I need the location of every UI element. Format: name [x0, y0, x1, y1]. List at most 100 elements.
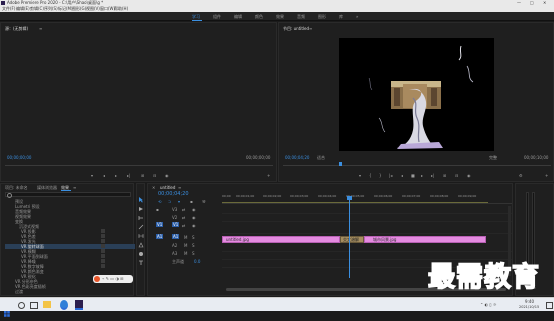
clip-city[interactable]: 城市风景.jpg	[364, 236, 486, 243]
menu-window[interactable]: 窗口(W)	[100, 6, 115, 11]
ripple-edit-tool-icon[interactable]	[138, 206, 144, 220]
clip-untitled[interactable]: untitled.jpg	[222, 236, 340, 243]
program-extract-button[interactable]: ⊟	[455, 173, 458, 178]
source-panel-title[interactable]: 源：(无剪辑)	[5, 26, 28, 31]
menu-help[interactable]: 帮助(H)	[114, 6, 128, 11]
workspace-tab-editing[interactable]: 编辑	[234, 14, 242, 19]
file-explorer-icon[interactable]	[43, 301, 51, 308]
task-view-icon[interactable]	[30, 302, 38, 309]
mute-button[interactable]: M	[184, 251, 187, 256]
source-patch-a1[interactable]: A1	[156, 234, 164, 239]
menu-view[interactable]: 视图(V)	[86, 6, 100, 11]
source-patch-v1[interactable]: V1	[156, 222, 164, 227]
workspace-tab-effects[interactable]: 效果	[276, 14, 284, 19]
list-item[interactable]: 过渡	[5, 289, 135, 294]
source-insert-button[interactable]: ⊞	[141, 173, 144, 178]
timeline-sequence-tab[interactable]: untitled	[160, 185, 175, 190]
track-select-tool-icon[interactable]	[138, 197, 144, 211]
program-scrub-bar[interactable]	[283, 165, 551, 166]
source-scrub-bar[interactable]	[5, 165, 273, 166]
program-panel-menu-button[interactable]: ≡	[309, 26, 312, 31]
master-volume-value[interactable]: 0.0	[194, 259, 200, 264]
clock-date[interactable]: 2021/10/15	[519, 305, 539, 310]
source-timecode-left[interactable]: 00;00;00;00	[7, 155, 31, 160]
mute-button[interactable]: M	[184, 235, 187, 240]
menu-edit[interactable]: 编辑(E)	[16, 6, 30, 11]
taskbar-search-icon[interactable]	[18, 302, 25, 309]
program-playhead-marker[interactable]	[339, 162, 342, 166]
selection-tool-icon[interactable]	[138, 188, 144, 203]
menu-file[interactable]: 文件(F)	[2, 6, 15, 11]
source-add-button[interactable]: +	[267, 173, 270, 178]
menu-clip[interactable]: 剪辑(C)	[30, 6, 44, 11]
close-button[interactable]: ✕	[543, 0, 546, 5]
track-header-v3[interactable]: ▪ V3 ⇄ ◉	[156, 206, 224, 213]
razor-tool-icon[interactable]	[138, 215, 144, 230]
floating-toolbar[interactable]: ⌁ ✎ ▭ ◑ ⊞	[93, 275, 133, 283]
timeline-playhead[interactable]	[349, 196, 350, 278]
timeline-playhead-head[interactable]	[347, 196, 352, 200]
home-icon[interactable]	[4, 14, 9, 29]
menu-marker[interactable]: 标记(M)	[58, 6, 73, 11]
program-lift-button[interactable]: ⊞	[443, 173, 446, 178]
tab-media-browser[interactable]: 媒体浏览器	[37, 185, 57, 190]
source-camera-button[interactable]: ◉	[165, 173, 169, 178]
edge-browser-icon[interactable]	[60, 300, 68, 310]
track-sync-icon[interactable]: ⇄	[182, 207, 185, 212]
program-step-forward-button[interactable]: ▸	[421, 173, 423, 178]
source-step-back-button[interactable]: ◂	[103, 173, 105, 178]
type-tool-icon[interactable]	[138, 251, 144, 265]
track-header-master[interactable]: 主声道 0.0	[156, 258, 224, 265]
windows-start-icon[interactable]	[4, 302, 10, 317]
workspace-tab-color[interactable]: 颜色	[255, 14, 263, 19]
tab-project[interactable]: 项目: 未命名	[5, 185, 28, 190]
track-eye-icon[interactable]: ◉	[192, 223, 196, 228]
track-sync-icon[interactable]: ⇄	[182, 223, 185, 228]
program-stop-button[interactable]: ■	[411, 173, 415, 178]
timeline-menu-button[interactable]: ≡	[178, 185, 181, 190]
track-eye-icon[interactable]: ◉	[192, 215, 196, 220]
effects-panel-menu-button[interactable]: ≡	[73, 185, 76, 190]
program-camera-button[interactable]: ◉	[467, 173, 471, 178]
workspace-tab-assembly[interactable]: 组件	[213, 14, 221, 19]
mute-button[interactable]: M	[184, 243, 187, 248]
program-go-in-button[interactable]: }	[379, 173, 382, 178]
source-step-forward-button[interactable]: ▸|	[127, 173, 130, 178]
program-step-back-button[interactable]: |◂	[389, 173, 392, 178]
program-settings-icon[interactable]: ⚙	[519, 173, 523, 178]
premiere-taskbar-icon[interactable]	[75, 300, 83, 310]
program-panel-title[interactable]: 节目: untitled	[283, 26, 309, 31]
clock-time[interactable]: 9:40	[525, 299, 534, 304]
menu-graphics[interactable]: 图形(G)	[72, 6, 86, 11]
program-fit-dropdown[interactable]: 适合	[317, 155, 325, 160]
menu-sequence[interactable]: 序列(S)	[44, 6, 58, 11]
maximize-button[interactable]: □	[530, 0, 534, 5]
program-timecode[interactable]: 00;00;04;20	[285, 155, 309, 160]
track-lock-icon[interactable]: ▪	[156, 207, 159, 212]
program-add-button[interactable]: +	[545, 173, 548, 178]
program-mark-in-button[interactable]: ▾	[359, 173, 361, 178]
add-marker-icon[interactable]: ▾	[178, 199, 180, 204]
source-overwrite-button[interactable]: ⊟	[153, 173, 156, 178]
track-header-v1[interactable]: V1 V1 ⇄ ◉	[156, 222, 224, 229]
pen-tool-icon[interactable]	[138, 233, 144, 248]
track-header-a2[interactable]: A2 M S	[156, 242, 224, 249]
hand-tool-icon[interactable]	[138, 242, 144, 256]
source-panel-menu-button[interactable]: ≡	[39, 26, 42, 31]
program-mark-out-button[interactable]: {	[369, 173, 372, 178]
source-mark-in-button[interactable]: ▾	[91, 173, 93, 178]
toolbar-tools-icon[interactable]: ⌁ ✎ ▭ ◑ ⊞	[102, 276, 123, 281]
effects-search-input[interactable]	[5, 192, 131, 197]
workspace-more-button[interactable]: »	[356, 14, 358, 19]
workspace-tab-audio[interactable]: 音频	[297, 14, 305, 19]
workspace-tab-libraries[interactable]: 库	[339, 14, 343, 19]
track-sync-icon[interactable]: ⇄	[182, 215, 185, 220]
linked-selection-icon[interactable]: ⊃	[168, 199, 171, 204]
timeline-timecode[interactable]: 00;00;04;20	[158, 192, 189, 197]
solo-button[interactable]: S	[192, 243, 195, 248]
program-resolution-dropdown[interactable]: 完整	[489, 155, 497, 160]
snap-icon[interactable]: ⟲	[158, 199, 161, 204]
workspace-tab-graphics[interactable]: 图形	[318, 14, 326, 19]
track-header-a1[interactable]: A1 A1 M S	[156, 234, 224, 241]
solo-button[interactable]: S	[192, 235, 195, 240]
